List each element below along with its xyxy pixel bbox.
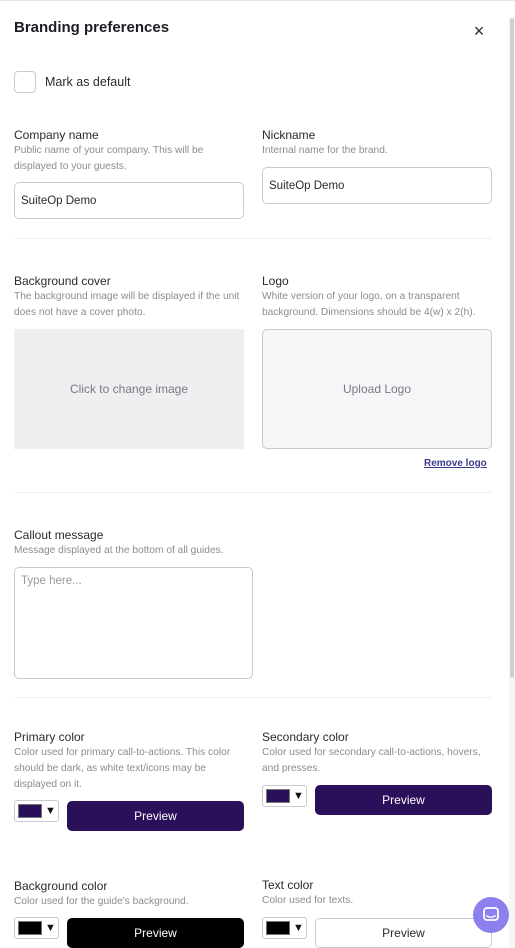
section-divider: [14, 492, 492, 493]
primary-color-help: Color used for primary call-to-actions. …: [14, 747, 231, 790]
logo-upload[interactable]: Upload Logo: [262, 329, 492, 449]
callout-help: Message displayed at the bottom of all g…: [14, 545, 224, 556]
nickname-label: Nickname: [262, 128, 316, 142]
background-color-help: Color used for the guide's background.: [14, 896, 189, 907]
scrollbar-thumb[interactable]: [510, 18, 514, 678]
background-cover-help: The background image will be displayed i…: [14, 291, 240, 318]
primary-color-swatch: [18, 804, 42, 818]
secondary-color-help: Color used for secondary call-to-actions…: [262, 747, 481, 774]
text-color-picker[interactable]: ▼: [262, 917, 307, 939]
chat-icon[interactable]: [473, 897, 509, 933]
secondary-preview-button[interactable]: Preview: [315, 785, 492, 815]
callout-textarea[interactable]: Type here...: [14, 567, 253, 679]
background-preview-button[interactable]: Preview: [67, 918, 244, 948]
section-divider: [14, 238, 492, 239]
chevron-down-icon: ▼: [293, 922, 304, 934]
close-icon[interactable]: ×: [470, 22, 488, 40]
primary-preview-button[interactable]: Preview: [67, 801, 244, 831]
secondary-color-label: Secondary color: [262, 730, 349, 744]
chevron-down-icon: ▼: [45, 922, 56, 934]
chat-bubble-icon: [483, 907, 499, 921]
remove-logo-link[interactable]: Remove logo: [424, 458, 487, 469]
chevron-down-icon: ▼: [293, 790, 304, 802]
background-color-swatch: [18, 921, 42, 935]
dialog-title: Branding preferences: [14, 19, 170, 36]
logo-label: Logo: [262, 274, 289, 288]
text-color-help: Color used for texts.: [262, 895, 354, 906]
mark-default-checkbox[interactable]: [14, 71, 36, 93]
secondary-color-picker[interactable]: ▼: [262, 785, 307, 807]
company-name-label: Company name: [14, 128, 99, 142]
company-name-input[interactable]: SuiteOp Demo: [14, 182, 244, 219]
text-preview-button[interactable]: Preview: [315, 918, 492, 948]
background-color-label: Background color: [14, 879, 108, 893]
top-border: [0, 0, 515, 3]
nickname-input[interactable]: SuiteOp Demo: [262, 167, 492, 204]
text-color-swatch: [266, 921, 290, 935]
text-color-label: Text color: [262, 878, 314, 892]
secondary-color-swatch: [266, 789, 290, 803]
primary-color-label: Primary color: [14, 730, 85, 744]
background-color-picker[interactable]: ▼: [14, 917, 59, 939]
nickname-help: Internal name for the brand.: [262, 145, 388, 156]
chevron-down-icon: ▼: [45, 805, 56, 817]
mark-default-label: Mark as default: [45, 75, 131, 89]
background-cover-upload[interactable]: Click to change image: [14, 329, 244, 449]
callout-label: Callout message: [14, 528, 104, 542]
logo-help: White version of your logo, on a transpa…: [262, 291, 476, 318]
company-name-help: Public name of your company. This will b…: [14, 145, 204, 172]
background-cover-label: Background cover: [14, 274, 111, 288]
primary-color-picker[interactable]: ▼: [14, 800, 59, 822]
section-divider: [14, 697, 492, 698]
